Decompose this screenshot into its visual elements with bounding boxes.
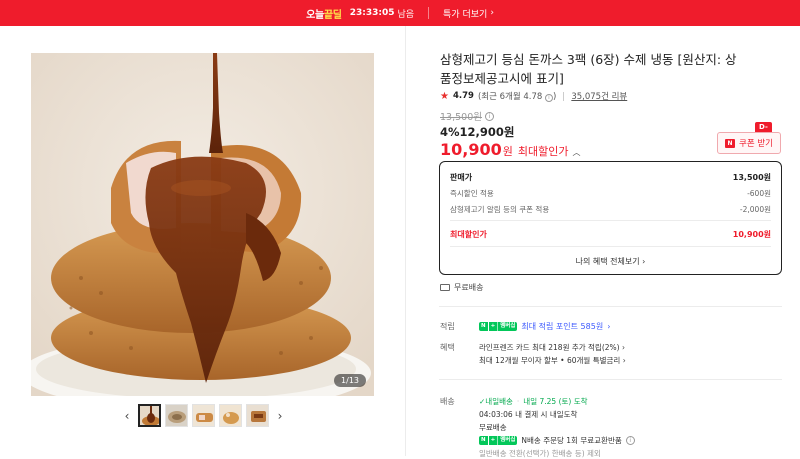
- original-price: 13,500원 i: [440, 109, 494, 123]
- free-return-text: N배송 주문당 1회 무료교환반품: [521, 436, 622, 445]
- benefit-installment[interactable]: 최대 12개월 무이자 할부 • 60개월 특별금리 ›: [479, 355, 626, 366]
- chevron-right-icon[interactable]: ›: [273, 409, 287, 423]
- product-title: 삼형제고기 등심 돈까스 3팩 (6장) 수제 냉동 [원산지: 상품정보제공고…: [440, 52, 737, 86]
- price-row-max-discount: 최대할인가 10,900원: [450, 230, 771, 239]
- sale-percent: 4%: [440, 125, 460, 139]
- thumbnail-5[interactable]: [246, 404, 269, 427]
- banner-divider: [428, 7, 430, 19]
- star-icon: ★: [440, 90, 449, 102]
- final-price-unit: 원: [502, 145, 513, 158]
- price-row-coupon: 삼형제고기 알림 등의 쿠폰 적용 -2,000원: [450, 205, 771, 214]
- info-icon[interactable]: i: [625, 436, 635, 445]
- section-divider: [439, 379, 782, 380]
- rating-row: ★ 4.79 (최근 6개월 4.78 i) 35,075건 리뷰: [440, 90, 627, 102]
- chevron-right-icon: ›: [607, 322, 611, 331]
- price-row-instant-discount: 즉시할인 적용 -600원: [450, 189, 771, 198]
- deal-more-link[interactable]: 특가 더보기 ›: [443, 7, 494, 20]
- info-circle-icon: i: [545, 94, 553, 102]
- tomorrow-delivery-row: ✓내일배송 · 내일 7.25 (토) 도착: [479, 397, 588, 406]
- points-link[interactable]: N + 멤버십 최대 적립 포인트 585원 ›: [479, 321, 610, 332]
- price-row-list: 판매가 13,500원: [450, 173, 771, 182]
- free-shipping-row: 무료배송: [440, 282, 483, 293]
- points-text: 최대 적립 포인트 585원: [521, 322, 604, 331]
- original-price-value: 13,500원: [440, 112, 482, 123]
- delivery-cutoff: 04:03:06 내 결제 시 내일도착: [479, 410, 578, 419]
- price-breakdown-box: 판매가 13,500원 즉시할인 적용 -600원 삼형제고기 알림 등의 쿠폰 적…: [439, 161, 782, 275]
- sale-price: 12,900원: [459, 125, 515, 139]
- rating-divider: [563, 91, 565, 101]
- price-box-divider: [450, 246, 771, 247]
- chevron-right-icon: ›: [622, 356, 626, 365]
- pork-cutlet-photo: [31, 53, 374, 396]
- final-price: 10,900: [440, 140, 502, 159]
- my-benefits-link[interactable]: 나의 혜택 전체보기 ›: [440, 256, 781, 267]
- coupon-label: 쿠폰 받기: [739, 139, 773, 149]
- column-divider: [405, 26, 406, 456]
- tomorrow-delivery-date: 내일 7.25 (토) 도착: [523, 397, 588, 406]
- chevron-right-icon: ›: [642, 257, 646, 266]
- rating-score: 4.79: [452, 91, 474, 101]
- benefit-label: 혜택: [440, 343, 455, 352]
- price-box-divider: [450, 220, 771, 221]
- sale-price-line: 4%12,900원: [440, 124, 515, 140]
- deal-timer: 23:33:05: [349, 8, 395, 18]
- chevron-up-icon: ︿: [572, 148, 581, 157]
- thumbnail-strip: ‹ ›: [120, 404, 287, 427]
- rating-recent: (최근 6개월 4.78 i): [477, 92, 557, 102]
- thumbnail-4[interactable]: [219, 404, 242, 427]
- truck-icon: [440, 284, 450, 291]
- points-label: 적립: [440, 322, 455, 331]
- free-shipping-label: 무료배송: [454, 283, 484, 292]
- today-deal-logo: 오늘끝딜: [306, 9, 342, 21]
- thumbnail-3[interactable]: [192, 404, 215, 427]
- product-main-image[interactable]: 1/13: [31, 53, 374, 396]
- thumbnail-1[interactable]: [138, 404, 161, 427]
- deal-timer-suffix: 남음: [397, 9, 415, 20]
- chevron-right-icon: ›: [490, 8, 494, 18]
- info-icon[interactable]: i: [484, 111, 494, 121]
- deal-banner: 오늘끝딜 23:33:05 남음 특가 더보기 ›: [0, 0, 800, 26]
- coupon-download-button[interactable]: N 쿠폰 받기: [717, 132, 781, 154]
- chevron-right-icon: ›: [621, 343, 625, 352]
- deal-more-label: 특가 더보기: [443, 9, 488, 20]
- review-count-link[interactable]: 35,075건 리뷰: [571, 90, 627, 102]
- section-divider: [439, 306, 782, 307]
- benefit-card-points[interactable]: 라인프렌즈 카드 최대 218원 추가 적립(2%) ›: [479, 342, 625, 353]
- thumbnail-2[interactable]: [165, 404, 188, 427]
- coupon-n-icon: N: [725, 138, 735, 148]
- npay-membership-badge: N + 멤버십: [479, 322, 518, 331]
- free-return-row: N + 멤버십 N배송 주문당 1회 무료교환반품 i: [479, 435, 635, 446]
- chevron-left-icon[interactable]: ‹: [120, 409, 134, 423]
- image-counter: 1/13: [334, 374, 366, 387]
- final-price-line[interactable]: 10,900 원 최대할인가 ︿: [440, 140, 580, 159]
- delivery-free: 무료배송: [479, 423, 507, 432]
- delivery-label: 배송: [440, 397, 455, 406]
- npay-membership-badge: N + 멤버십: [479, 436, 518, 445]
- max-discount-label: 최대할인가: [517, 145, 569, 158]
- tomorrow-delivery-badge: ✓내일배송: [479, 397, 513, 406]
- delivery-exception-note: 일반배송 전환(선택가) 한배송 등) 제외: [479, 449, 601, 458]
